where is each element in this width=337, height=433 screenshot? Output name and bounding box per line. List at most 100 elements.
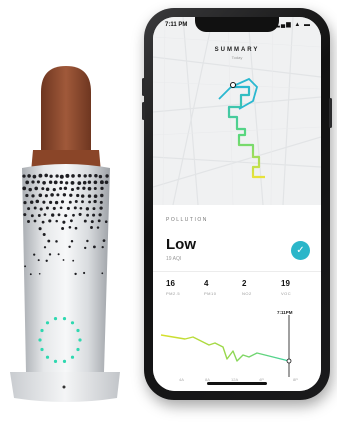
perforation-dot xyxy=(90,226,93,229)
perforation-dot xyxy=(63,186,68,191)
perforation-dot xyxy=(25,193,29,198)
route-path xyxy=(227,85,265,179)
perforation-dot xyxy=(38,227,42,231)
perforation-dot xyxy=(76,186,80,190)
perforation-dot xyxy=(27,207,31,211)
perforation-dot xyxy=(78,212,82,216)
section-label: POLLUTION xyxy=(166,217,208,223)
perforation-dot xyxy=(88,200,91,204)
led-dot xyxy=(53,317,58,321)
metric-value: 16 xyxy=(166,279,175,288)
perforation-dot xyxy=(101,272,104,275)
perforation-dot xyxy=(39,207,43,211)
metric-voc[interactable]: 19 VOC xyxy=(281,279,311,296)
volume-down-button xyxy=(142,102,145,120)
perforation-dot xyxy=(70,239,74,243)
perforation-dot xyxy=(22,174,26,178)
led-dot xyxy=(40,328,44,333)
perforation-dot xyxy=(86,239,89,243)
perforation-dot xyxy=(31,180,35,184)
pollution-chart[interactable] xyxy=(153,315,321,377)
perforation-dot xyxy=(99,200,103,204)
perforation-dot xyxy=(93,187,97,190)
perforation-dot xyxy=(34,186,39,191)
perforation-dot xyxy=(65,181,69,185)
perforation-dot xyxy=(87,194,92,198)
perforation-dot xyxy=(69,219,73,223)
led-dot xyxy=(45,355,50,359)
status-icons: ▂▄▆ ▲ ▬ xyxy=(275,22,311,28)
metric-value: 2 xyxy=(242,279,247,288)
metric-pm25[interactable]: 16 PM2.5 xyxy=(166,279,196,296)
perforation-dot xyxy=(35,199,40,204)
current-point-icon xyxy=(286,358,292,364)
perforation-dot xyxy=(43,246,47,249)
perforation-dot xyxy=(96,226,100,229)
power-button xyxy=(329,98,332,128)
perforation-dot xyxy=(41,187,45,191)
perforation-dot xyxy=(86,213,90,217)
perforation-dot xyxy=(42,233,46,236)
metric-value: 4 xyxy=(204,279,209,288)
perforation-dot xyxy=(60,200,65,204)
perforation-dot xyxy=(59,180,63,185)
check-icon[interactable]: ✓ xyxy=(291,241,310,260)
perforation-dot xyxy=(99,206,103,210)
route-map[interactable]: SUMMARY Today xyxy=(153,17,321,206)
status-time: 7:11 PM xyxy=(165,22,188,28)
perforation-dot xyxy=(87,180,92,184)
perforation-dot xyxy=(93,199,97,204)
led-dot xyxy=(40,347,44,352)
perforation-dot xyxy=(74,226,78,230)
perforation-dot xyxy=(101,245,104,249)
perforation-dot xyxy=(42,200,46,204)
x-tick: 4A xyxy=(179,377,184,382)
perforation-dot xyxy=(44,194,48,198)
perforation-dot xyxy=(42,180,46,185)
perforation-dot xyxy=(87,186,92,191)
perforation-dot xyxy=(45,259,48,262)
perforation-dot xyxy=(93,245,96,249)
led-dot xyxy=(70,355,75,359)
perforation-dot xyxy=(93,180,98,185)
home-indicator[interactable] xyxy=(207,382,267,385)
perforation-dot xyxy=(29,273,32,276)
perforation-dot xyxy=(62,193,67,197)
perforation-dot xyxy=(68,200,72,204)
perforation-dot xyxy=(72,213,75,217)
perforation-dot xyxy=(30,214,34,218)
perforation-dot xyxy=(52,206,56,210)
metric-pm10[interactable]: 4 PM10 xyxy=(204,279,234,296)
led-dot xyxy=(45,321,50,325)
perforation-dot xyxy=(59,174,64,179)
perforation-dot xyxy=(38,193,43,198)
perforation-dot xyxy=(33,253,36,256)
map-header: SUMMARY Today xyxy=(153,47,321,60)
perforation-dot xyxy=(59,186,63,191)
perforation-dot xyxy=(92,207,96,211)
metric-no2[interactable]: 2 NO2 xyxy=(242,279,272,296)
perforation-dot xyxy=(64,214,68,218)
metric-label: NO2 xyxy=(242,291,252,296)
perforation-dot xyxy=(27,174,31,178)
perforation-dot xyxy=(77,174,81,178)
perforation-dot xyxy=(90,220,94,224)
perforation-dot xyxy=(55,174,59,178)
perforation-dot xyxy=(37,259,40,262)
perforation-dot xyxy=(92,213,96,217)
perforation-dot xyxy=(77,181,82,185)
route-start-icon xyxy=(230,82,236,88)
perforation-dot xyxy=(33,206,37,210)
perforation-dot xyxy=(73,206,77,210)
phone-screen: 7:11 PM ▂▄▆ ▲ ▬ SUMMARY Today POLLUTION … xyxy=(153,17,321,391)
perforation-dot xyxy=(68,226,72,229)
perforation-dot xyxy=(53,180,58,185)
page-title: SUMMARY xyxy=(214,47,260,53)
perforation-dot xyxy=(43,213,47,216)
pollution-level: Low xyxy=(166,236,196,253)
perforation-dot xyxy=(41,220,45,224)
perforation-dot xyxy=(49,200,53,204)
perforation-dot xyxy=(102,239,106,242)
perforation-dot xyxy=(81,200,84,204)
perforation-dot xyxy=(65,173,70,178)
